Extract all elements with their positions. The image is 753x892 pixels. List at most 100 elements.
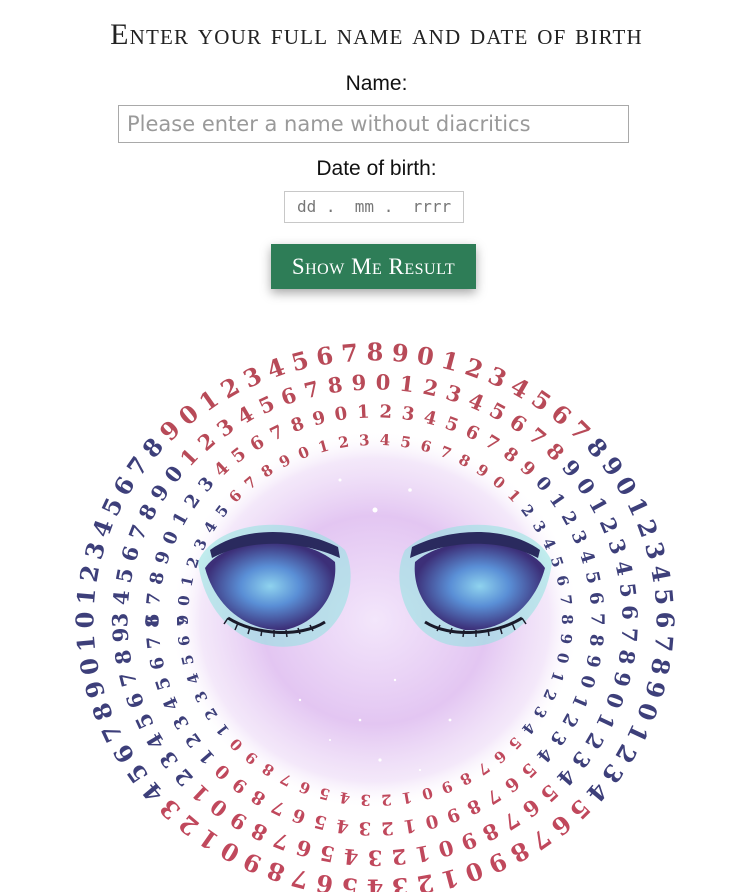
ring-digit: 2 [421,374,441,402]
ring-digit: 1 [194,384,224,417]
ring-digit: 6 [505,409,531,438]
ring-digit: 0 [175,594,194,606]
ring-digit: 2 [193,427,221,455]
ring-digit: 6 [107,740,140,769]
dob-input[interactable]: dd . mm . rrrr [284,191,464,223]
ring-digit: 7 [174,616,192,627]
ring-digit: 1 [584,493,613,518]
ring-digit: 8 [367,338,384,367]
sparkle [418,768,422,772]
ring-digit: 6 [314,868,335,892]
ring-digit: 9 [239,846,266,879]
ring-digit: 7 [556,594,575,606]
numerology-eyes-illustration: 012345678901234 5 6 7 8 9 0 1 234567890123456789… [71,338,680,892]
ring-digit: 9 [556,633,575,645]
sparkle [298,698,302,702]
ring-digit: 6 [500,772,523,796]
ring-digit: 6 [277,382,299,410]
show-result-button[interactable]: Show Me Result [271,244,476,289]
ring-digit: 9 [581,653,604,669]
ring-digit: 6 [293,834,314,862]
ring-digit: 4 [465,387,488,416]
ring-digit: 2 [216,371,245,404]
ring-digit: 8 [506,835,535,868]
ring-digit: 4 [532,743,556,766]
ring-digit: 0 [74,656,105,677]
ring-digit: 2 [391,844,408,870]
ring-digit: 5 [581,569,604,586]
ring-digit: 5 [517,758,541,782]
ring-digit: 1 [413,840,432,867]
ring-digit: 5 [254,390,278,419]
ring-digit: 0 [571,473,600,499]
sparkle [448,718,452,722]
ring-digit: 7 [124,521,153,544]
ring-digit: 9 [516,457,540,481]
ring-digit: 1 [621,720,654,747]
ring-digit: 8 [613,648,640,666]
ring-digit: 3 [639,539,671,563]
ring-digit: 3 [391,872,410,892]
ring-digit: 3 [154,747,183,774]
ring-digit: 3 [212,413,239,442]
ring-digit: 4 [343,844,360,870]
ring-digit: 8 [558,614,576,625]
ring-digit: 1 [621,493,654,520]
ring-digit: 8 [86,699,119,725]
ring-digit: 3 [567,747,596,774]
ring-digit: 4 [263,352,289,385]
ring-digit: 8 [110,648,137,666]
ring-digit: 9 [484,846,511,879]
ring-digit: 7 [482,784,504,808]
ring-digit: 7 [288,863,312,892]
ring-digit: 1 [545,490,569,512]
ring-digit: 0 [531,472,555,495]
ring-digit: 0 [333,403,349,426]
ring-digit: 5 [485,397,510,426]
sparkle [372,507,378,513]
ring-digit: 9 [391,338,410,368]
ring-digit: 5 [96,493,129,520]
ring-digit: 8 [248,785,270,809]
ring-digit: 0 [423,809,440,833]
ring-digit: 5 [312,810,329,833]
ring-digit: 1 [591,709,620,733]
ring-digit: 3 [79,539,111,563]
ring-digit: 0 [575,672,599,690]
ring-digit: 7 [270,827,293,856]
sparkle [338,478,342,482]
ring-digit: 2 [580,729,609,754]
ring-digit: 6 [617,605,642,620]
ring-digit: 5 [442,413,461,437]
ring-digit: 4 [233,401,258,430]
ring-digit: 2 [631,515,664,541]
ring-digit: 0 [216,835,245,868]
ring-digit: 4 [552,764,580,792]
dob-label: Date of birth: [316,157,437,180]
ring-digit: 3 [360,791,371,809]
sparkle [329,739,331,741]
ring-digit: 9 [151,549,175,567]
ring-digit: 9 [444,803,463,827]
ring-digit: 3 [400,403,416,426]
ring-digit: 0 [601,689,629,711]
ring-digit: 1 [175,443,203,471]
ring-digit: 8 [585,633,607,648]
ring-digit: 9 [608,669,636,689]
ring-digit: 0 [205,794,232,823]
ring-digit: 3 [443,379,465,407]
ring-digit: 1 [357,401,371,423]
ring-digit: 5 [536,779,564,807]
ring-digit: 7 [340,338,359,368]
ring-digit: 9 [310,407,327,430]
ring-digit: 1 [402,814,418,837]
ring-digit: 6 [121,689,149,711]
ring-digit: 6 [314,340,335,371]
name-label: Name: [345,72,408,95]
ring-digit: 3 [194,473,218,496]
ring-digit: 9 [229,773,252,797]
ring-digit: 6 [247,431,269,455]
ring-digit: 8 [288,413,307,437]
name-input[interactable] [118,105,629,143]
ring-digit: 3 [567,527,591,547]
